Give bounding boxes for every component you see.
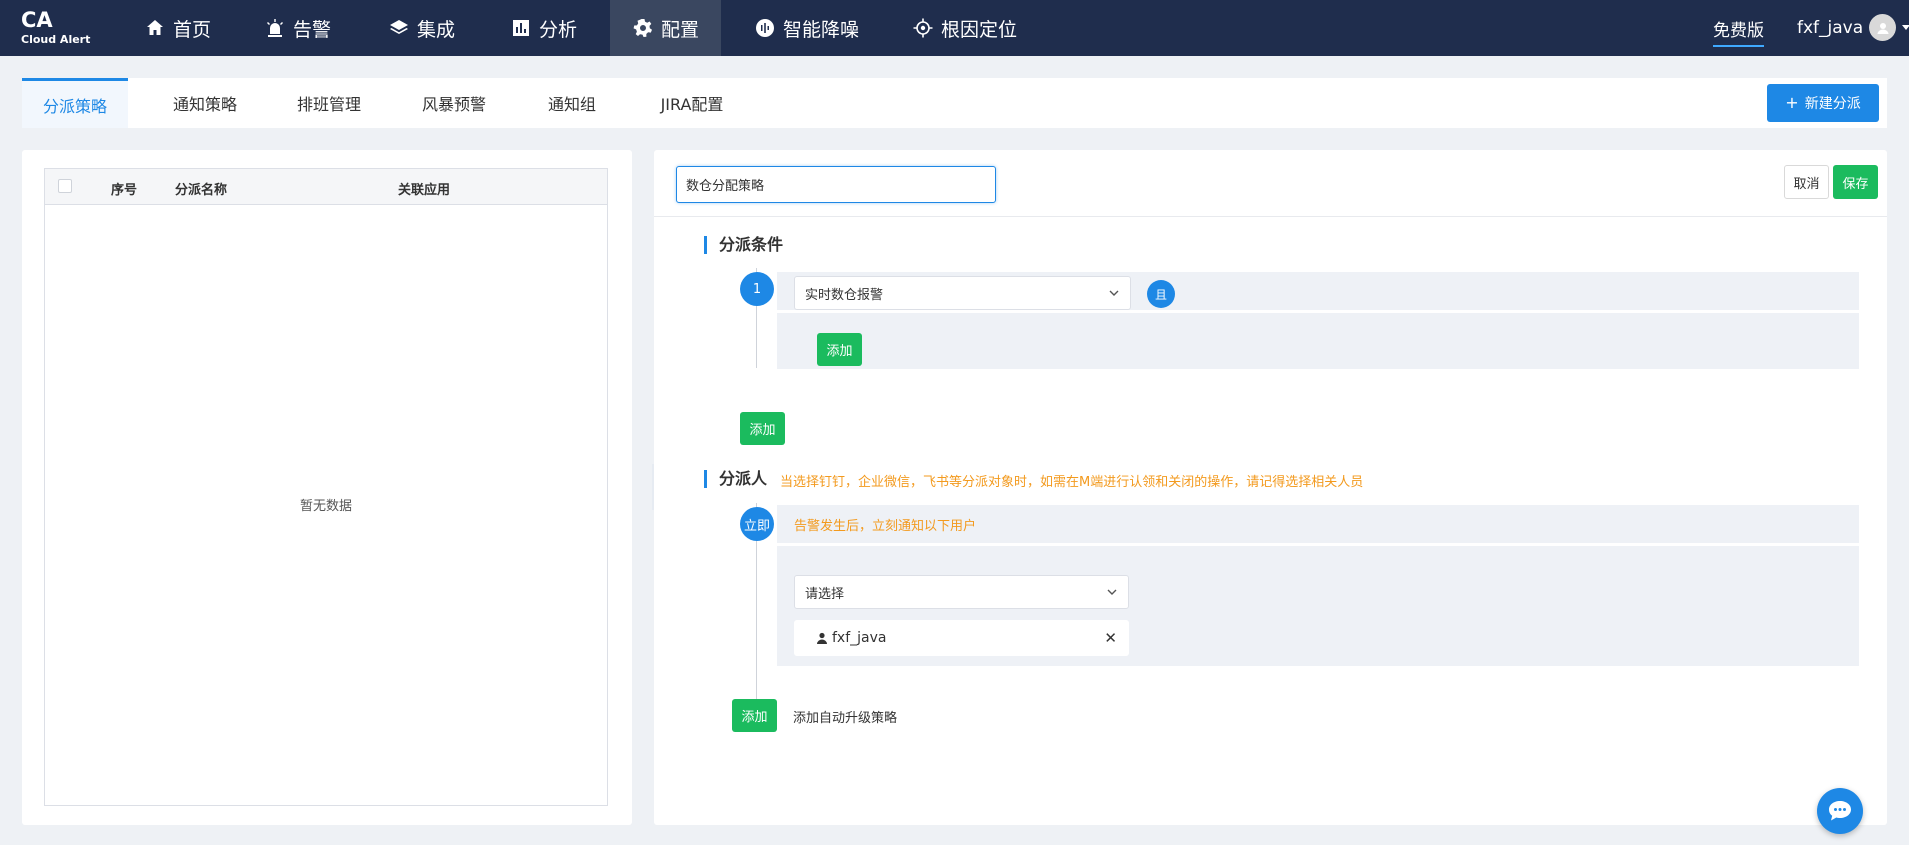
home-icon bbox=[147, 20, 163, 35]
nav-item-label: 配置 bbox=[661, 18, 700, 41]
column-header-index: 序号 bbox=[111, 183, 138, 198]
chevron-down-icon bbox=[1109, 290, 1119, 296]
avatar bbox=[1869, 14, 1897, 41]
gear-icon bbox=[633, 19, 652, 37]
siren-icon bbox=[267, 19, 283, 37]
nav-item-config[interactable]: 配置 bbox=[610, 0, 721, 56]
plus-icon: + bbox=[1785, 93, 1799, 112]
nav-item-home[interactable]: 首页 bbox=[145, 0, 211, 56]
edition-link[interactable]: 免费版 bbox=[1713, 16, 1764, 47]
nav-item-integration[interactable]: 集成 bbox=[389, 0, 455, 56]
add-assignee-step-button[interactable]: 添加 bbox=[732, 699, 777, 732]
nav-item-label: 告警 bbox=[293, 18, 332, 41]
assignees-hint-text: 当选择钉钉，企业微信，飞书等分派对象时，如需在M端进行认领和关闭的操作，请记得选… bbox=[780, 475, 1364, 490]
immediate-badge: 立即 bbox=[740, 507, 774, 541]
tab-dispatch-policy[interactable]: 分派策略 bbox=[22, 78, 128, 128]
close-icon[interactable]: ✕ bbox=[1104, 629, 1117, 647]
immediate-subhint: 告警发生后，立刻通知以下用户 bbox=[794, 519, 977, 534]
assignee-select[interactable]: 请选择 bbox=[794, 575, 1129, 609]
new-dispatch-button[interactable]: + 新建分派 bbox=[1767, 84, 1879, 122]
and-badge[interactable]: 且 bbox=[1147, 280, 1175, 308]
nav-item-label: 分析 bbox=[539, 18, 578, 41]
chevron-down-icon bbox=[1107, 589, 1117, 595]
app-select[interactable]: 实时数仓报警 bbox=[794, 276, 1131, 310]
target-icon bbox=[913, 18, 933, 38]
dispatch-list-panel: 序号 分派名称 关联应用 暂无数据 bbox=[22, 150, 632, 825]
tab-schedule[interactable]: 排班管理 bbox=[279, 78, 379, 128]
selected-user-tag: fxf_java ✕ bbox=[794, 620, 1129, 656]
assignees-section-title: 分派人 bbox=[704, 470, 767, 488]
logo-text: CA bbox=[21, 8, 53, 32]
selected-user-name: fxf_java bbox=[832, 630, 887, 646]
save-button[interactable]: 保存 bbox=[1833, 165, 1878, 199]
chat-bubble-icon bbox=[1829, 801, 1851, 821]
top-nav-bar: CA Cloud Alert 首页 告警 集成 分析 配置 智能降噪 根因定位 … bbox=[0, 0, 1909, 56]
conditions-section-title: 分派条件 bbox=[704, 236, 783, 254]
nav-item-alerts[interactable]: 告警 bbox=[265, 0, 331, 56]
assignee-select-placeholder: 请选择 bbox=[805, 586, 845, 602]
chat-support-button[interactable] bbox=[1817, 788, 1863, 834]
tab-notify-policy[interactable]: 通知策略 bbox=[155, 78, 255, 128]
policy-name-input[interactable] bbox=[676, 166, 996, 203]
nav-item-label: 集成 bbox=[417, 18, 456, 41]
user-avatar-icon bbox=[1877, 22, 1889, 34]
nav-item-root-cause[interactable]: 根因定位 bbox=[913, 0, 1017, 56]
nav-item-label: 首页 bbox=[173, 18, 212, 41]
dispatch-table: 序号 分派名称 关联应用 暂无数据 bbox=[44, 168, 608, 806]
add-condition-group-button[interactable]: 添加 bbox=[740, 412, 785, 445]
user-icon bbox=[817, 632, 827, 644]
add-condition-rule-button[interactable]: 添加 bbox=[817, 333, 862, 366]
new-dispatch-label: 新建分派 bbox=[1804, 96, 1861, 112]
table-header: 序号 分派名称 关联应用 bbox=[45, 169, 607, 205]
app-select-value: 实时数仓报警 bbox=[805, 287, 884, 303]
divider bbox=[654, 216, 1887, 217]
dispatch-editor-panel: 取消 保存 分派条件 1 实时数仓报警 且 添加 添加 分派人 当选择钉钉，企业… bbox=[654, 150, 1887, 825]
select-all-checkbox[interactable] bbox=[58, 179, 72, 193]
add-escalation-link[interactable]: 添加自动升级策略 bbox=[793, 707, 897, 726]
empty-state-text: 暂无数据 bbox=[299, 499, 352, 514]
bar-chart-icon bbox=[513, 20, 529, 36]
username: fxf_java bbox=[1797, 17, 1864, 38]
nav-item-analysis[interactable]: 分析 bbox=[511, 0, 577, 56]
nav-item-label: 智能降噪 bbox=[783, 18, 860, 41]
condition-body-bg bbox=[777, 313, 1859, 369]
user-menu[interactable]: fxf_java bbox=[1797, 14, 1909, 41]
layers-icon bbox=[390, 20, 408, 34]
nav-item-label: 根因定位 bbox=[941, 18, 1018, 41]
nav-item-noise-reduction[interactable]: 智能降噪 bbox=[755, 0, 859, 56]
column-header-app: 关联应用 bbox=[398, 183, 451, 198]
cancel-button[interactable]: 取消 bbox=[1784, 165, 1829, 199]
column-header-name: 分派名称 bbox=[175, 183, 228, 198]
tab-jira-config[interactable]: JIRA配置 bbox=[642, 78, 742, 128]
waveform-icon bbox=[756, 19, 774, 37]
logo-subtitle: Cloud Alert bbox=[21, 33, 91, 46]
chevron-down-icon bbox=[1902, 25, 1909, 30]
tab-storm-warning[interactable]: 风暴预警 bbox=[404, 78, 504, 128]
logo[interactable]: CA Cloud Alert bbox=[21, 8, 91, 46]
sub-tab-bar: 分派策略 通知策略 排班管理 风暴预警 通知组 JIRA配置 bbox=[22, 78, 1887, 128]
condition-step-number: 1 bbox=[740, 272, 774, 306]
tab-notify-group[interactable]: 通知组 bbox=[527, 78, 617, 128]
